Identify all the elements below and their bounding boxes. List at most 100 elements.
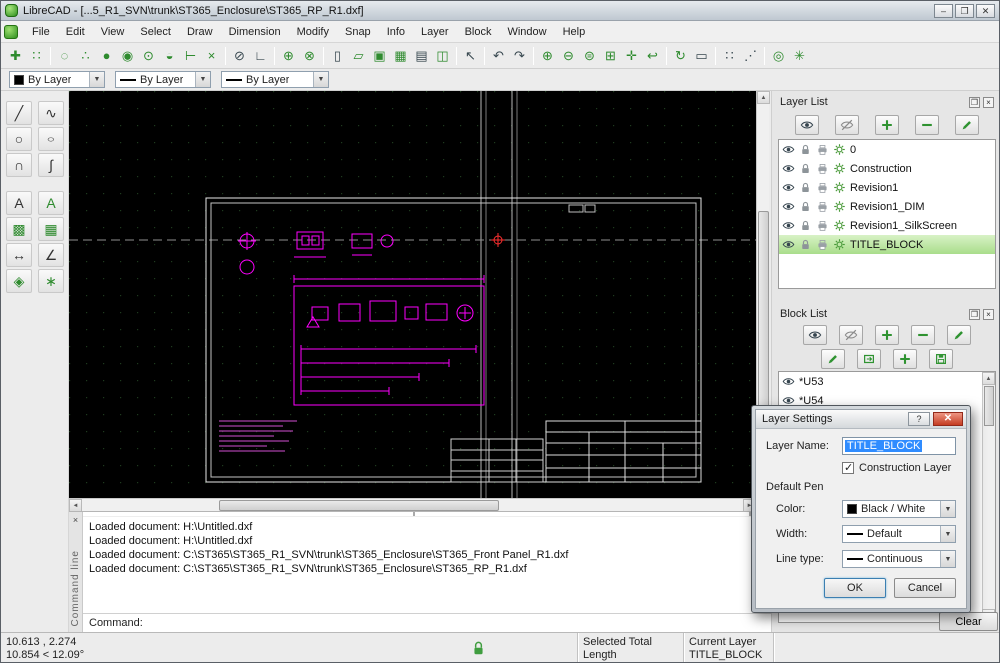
zoom-selected-icon[interactable]: ◎: [768, 45, 789, 66]
layer-row[interactable]: 0: [779, 140, 995, 159]
hide-all-blocks-button[interactable]: [839, 325, 863, 345]
menu-block[interactable]: Block: [457, 23, 500, 41]
layer-construction-icon[interactable]: [833, 200, 846, 213]
save-all-icon[interactable]: ▦: [390, 45, 411, 66]
grid-dots-icon[interactable]: ∷: [26, 45, 47, 66]
layer-construction-icon[interactable]: [833, 238, 846, 251]
print-icon[interactable]: ▤: [411, 45, 432, 66]
zoom-in-icon[interactable]: ⊕: [537, 45, 558, 66]
save-drawing-icon[interactable]: ▣: [369, 45, 390, 66]
scroll-up-icon[interactable]: ▲: [757, 91, 770, 104]
zoom-previous-icon[interactable]: ↩: [642, 45, 663, 66]
chevron-down-icon[interactable]: ▼: [313, 72, 328, 87]
layer-name-input[interactable]: TITLE_BLOCK: [842, 437, 956, 455]
pen-color-combobox[interactable]: By Layer ▼: [9, 71, 105, 88]
explode-tool[interactable]: ∗: [38, 269, 64, 293]
lock-relative-zero-icon[interactable]: ⊕: [278, 45, 299, 66]
zoom-window-icon[interactable]: ⊞: [600, 45, 621, 66]
layer-lock-icon[interactable]: [799, 181, 812, 194]
dialog-title-bar[interactable]: Layer Settings ? ✕: [756, 410, 966, 429]
menu-window[interactable]: Window: [499, 23, 554, 41]
menu-dimension[interactable]: Dimension: [221, 23, 289, 41]
pen-linetype-combobox[interactable]: By Layer ▼: [221, 71, 329, 88]
menu-snap[interactable]: Snap: [337, 23, 379, 41]
measure-tool[interactable]: ∠: [38, 243, 64, 267]
selection-pointer-icon[interactable]: ↖: [460, 45, 481, 66]
zoom-auto-icon[interactable]: ⊜: [579, 45, 600, 66]
block-scroll-thumb[interactable]: [984, 386, 994, 426]
menu-modify[interactable]: Modify: [289, 23, 337, 41]
title-bar[interactable]: LibreCAD - [...5_R1_SVN\trunk\ST365_Encl…: [1, 1, 999, 21]
layer-row[interactable]: Construction: [779, 159, 995, 178]
drawing-canvas[interactable]: [69, 91, 756, 498]
new-drawing-icon[interactable]: ▯: [327, 45, 348, 66]
document-icon[interactable]: [4, 25, 18, 39]
close-panel-icon[interactable]: ×: [983, 97, 994, 108]
spline-tool[interactable]: ∫: [38, 153, 64, 177]
block-list-header[interactable]: Block List ❐ ×: [778, 305, 996, 323]
edit-block-button[interactable]: [821, 349, 845, 369]
clear-button[interactable]: Clear: [939, 612, 998, 631]
layer-construction-icon[interactable]: [833, 143, 846, 156]
ok-button[interactable]: OK: [824, 578, 886, 598]
remove-layer-button[interactable]: [915, 115, 939, 135]
hide-all-layers-button[interactable]: [835, 115, 859, 135]
explode-icon[interactable]: ✳: [789, 45, 810, 66]
layer-row[interactable]: TITLE_BLOCK: [779, 235, 995, 254]
freehand-tool[interactable]: ∿: [38, 101, 64, 125]
menu-select[interactable]: Select: [132, 23, 179, 41]
snap-middle-icon[interactable]: ◒: [159, 45, 180, 66]
close-panel-icon[interactable]: ×: [983, 309, 994, 320]
construction-layer-checkbox[interactable]: [842, 462, 854, 474]
color-combobox[interactable]: Black / White ▼: [842, 500, 956, 518]
draft-mode-icon[interactable]: ▭: [691, 45, 712, 66]
scroll-up-icon[interactable]: ▲: [982, 372, 995, 385]
layer-construction-icon[interactable]: [833, 219, 846, 232]
grid-toggle-icon[interactable]: ∷: [719, 45, 740, 66]
layer-visibility-icon[interactable]: [782, 219, 795, 232]
layer-print-icon[interactable]: [816, 143, 829, 156]
modify-layer-button[interactable]: [955, 115, 979, 135]
dialog-help-button[interactable]: ?: [908, 412, 930, 426]
layer-print-icon[interactable]: [816, 219, 829, 232]
toggle-layer-visibility-button[interactable]: [795, 115, 819, 135]
layer-print-icon[interactable]: [816, 181, 829, 194]
menu-help[interactable]: Help: [555, 23, 594, 41]
grid-plus-icon[interactable]: ✚: [5, 45, 26, 66]
cancel-button[interactable]: Cancel: [894, 578, 956, 598]
menu-edit[interactable]: Edit: [58, 23, 93, 41]
chevron-down-icon[interactable]: ▼: [940, 501, 955, 517]
linetype-combobox[interactable]: Continuous ▼: [842, 550, 956, 568]
iso-grid-icon[interactable]: ⋰: [740, 45, 761, 66]
layer-construction-icon[interactable]: [833, 162, 846, 175]
restrict-nothing-icon[interactable]: ⊘: [229, 45, 250, 66]
snap-on-entity-icon[interactable]: ◉: [117, 45, 138, 66]
snap-intersection-icon[interactable]: ×: [201, 45, 222, 66]
create-block-button[interactable]: [893, 349, 917, 369]
rename-block-button[interactable]: [947, 325, 971, 345]
layer-lock-icon[interactable]: [799, 238, 812, 251]
add-layer-button[interactable]: [875, 115, 899, 135]
menu-layer[interactable]: Layer: [413, 23, 457, 41]
layer-construction-icon[interactable]: [833, 181, 846, 194]
hatch-tool[interactable]: ▩: [6, 217, 32, 241]
block-row[interactable]: *U53: [779, 372, 995, 391]
snap-endpoint-icon[interactable]: ●: [96, 45, 117, 66]
horizontal-scrollbar[interactable]: ◄ ►: [69, 498, 756, 511]
close-button[interactable]: ✕: [976, 4, 995, 18]
layer-print-icon[interactable]: [816, 200, 829, 213]
layer-row[interactable]: Revision1_DIM: [779, 197, 995, 216]
circle-tool[interactable]: ○: [6, 127, 32, 151]
float-panel-icon[interactable]: ❐: [969, 309, 980, 320]
snap-grid-icon[interactable]: ∴: [75, 45, 96, 66]
insert-block-button[interactable]: [857, 349, 881, 369]
command-panel-dock-strip[interactable]: × Command line: [69, 512, 83, 632]
float-panel-icon[interactable]: ❐: [969, 97, 980, 108]
minimize-button[interactable]: –: [934, 4, 953, 18]
remove-block-button[interactable]: [911, 325, 935, 345]
layer-visibility-icon[interactable]: [782, 200, 795, 213]
layer-list-header[interactable]: Layer List ❐ ×: [778, 93, 996, 111]
layer-row[interactable]: Revision1: [779, 178, 995, 197]
layer-lock-icon[interactable]: [799, 219, 812, 232]
menu-view[interactable]: View: [93, 23, 133, 41]
